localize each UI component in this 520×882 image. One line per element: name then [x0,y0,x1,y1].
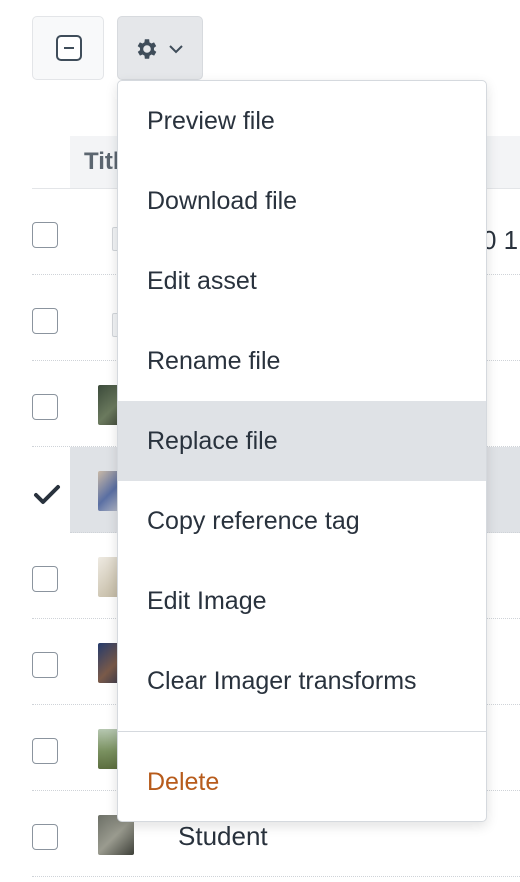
select-all-button[interactable] [32,16,104,80]
actions-menu-button[interactable] [117,16,203,80]
checkmark-icon [34,485,60,504]
checkbox-indeterminate-icon [56,35,82,61]
asset-index-page: Title 0 1 Student Preview file Download … [0,0,520,882]
row-checkbox[interactable] [32,738,58,764]
row-checkbox[interactable] [32,566,58,592]
menu-item-rename-file[interactable]: Rename file [118,321,486,401]
row-checkbox-checked[interactable] [32,480,60,506]
row-side-text: 0 1 [482,225,519,255]
menu-item-delete[interactable]: Delete [118,742,486,822]
menu-item-download-file[interactable]: Download file [118,161,486,241]
menu-divider [118,731,486,732]
row-checkbox[interactable] [32,394,58,420]
menu-item-copy-reference-tag[interactable]: Copy reference tag [118,481,486,561]
actions-dropdown-menu: Preview file Download file Edit asset Re… [117,80,487,822]
menu-item-preview-file[interactable]: Preview file [118,81,486,161]
menu-item-edit-asset[interactable]: Edit asset [118,241,486,321]
gear-icon [137,39,157,59]
row-checkbox[interactable] [32,222,58,248]
menu-item-replace-file[interactable]: Replace file [118,401,486,481]
menu-item-edit-image[interactable]: Edit Image [118,561,486,641]
file-title[interactable]: Student [178,821,268,852]
row-checkbox[interactable] [32,652,58,678]
menu-item-clear-imager-transforms[interactable]: Clear Imager transforms [118,641,486,721]
row-checkbox[interactable] [32,824,58,850]
row-checkbox[interactable] [32,308,58,334]
chevron-down-icon [169,45,183,54]
